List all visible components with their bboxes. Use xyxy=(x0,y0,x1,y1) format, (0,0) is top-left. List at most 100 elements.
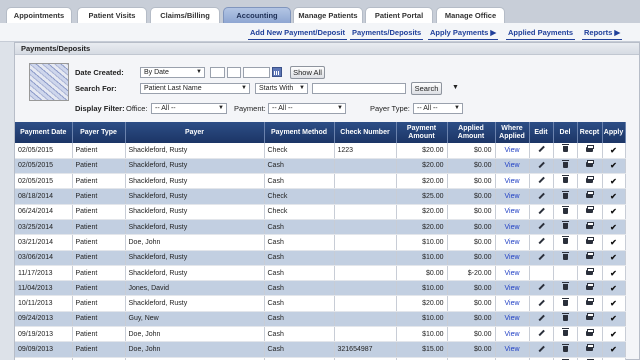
date-year-input[interactable] xyxy=(243,67,270,78)
view-link[interactable]: View xyxy=(495,280,530,297)
checkmark-icon[interactable]: ✔ xyxy=(610,314,617,323)
trash-icon[interactable] xyxy=(561,144,569,153)
edit-icon[interactable] xyxy=(538,254,544,260)
trash-icon[interactable] xyxy=(561,328,569,337)
printer-icon[interactable] xyxy=(586,298,594,306)
printer-icon[interactable] xyxy=(586,221,594,229)
view-link[interactable]: View xyxy=(495,173,530,190)
view-link[interactable]: View xyxy=(495,341,530,358)
view-link[interactable]: View xyxy=(495,204,530,220)
trash-icon[interactable] xyxy=(561,221,569,230)
col-payer[interactable]: Payer xyxy=(125,122,265,143)
edit-icon[interactable] xyxy=(538,315,544,321)
edit-icon[interactable] xyxy=(538,193,544,199)
view-link[interactable]: View xyxy=(495,158,530,175)
checkmark-icon[interactable]: ✔ xyxy=(610,299,617,308)
edit-icon[interactable] xyxy=(538,330,544,336)
trash-icon[interactable] xyxy=(561,205,569,214)
edit-icon[interactable] xyxy=(538,223,544,229)
trash-icon[interactable] xyxy=(561,343,569,352)
trash-icon[interactable] xyxy=(561,312,569,321)
calendar-icon[interactable] xyxy=(272,67,282,77)
trash-icon[interactable] xyxy=(561,236,569,245)
tab-patient-visits[interactable]: Patient Visits xyxy=(77,7,147,23)
link-add-new-payment[interactable]: Add New Payment/Deposit xyxy=(247,28,348,40)
checkmark-icon[interactable]: ✔ xyxy=(610,207,617,216)
trash-icon[interactable] xyxy=(561,297,569,306)
printer-icon[interactable] xyxy=(586,344,594,351)
view-link[interactable]: View xyxy=(495,250,530,266)
view-link[interactable]: View xyxy=(495,143,530,159)
printer-icon[interactable] xyxy=(586,144,594,152)
col-payment-date[interactable]: Payment Date xyxy=(15,122,73,143)
link-applied-payments[interactable]: Applied Payments xyxy=(505,28,576,40)
trash-icon[interactable] xyxy=(561,159,569,168)
trash-icon[interactable] xyxy=(561,251,569,260)
date-day-input[interactable] xyxy=(227,67,241,78)
col-check-number[interactable]: Check Number xyxy=(334,122,397,143)
view-link[interactable]: View xyxy=(495,326,530,343)
checkmark-icon[interactable]: ✔ xyxy=(610,253,617,262)
tab-appointments[interactable]: Appointments xyxy=(6,7,72,23)
printer-icon[interactable] xyxy=(586,206,594,214)
date-mode-select[interactable]: By Date ▼ xyxy=(140,67,205,78)
tab-manage-patients[interactable]: Manage Patients xyxy=(293,7,363,23)
show-all-button[interactable]: Show All xyxy=(290,66,325,79)
checkmark-icon[interactable]: ✔ xyxy=(610,161,617,170)
printer-icon[interactable] xyxy=(586,267,594,275)
tab-claims-billing[interactable]: Claims/Billing xyxy=(150,7,220,23)
printer-icon[interactable] xyxy=(586,282,594,290)
printer-icon[interactable] xyxy=(586,175,594,183)
checkmark-icon[interactable]: ✔ xyxy=(610,177,617,186)
link-reports[interactable]: Reports ▶ xyxy=(581,28,623,40)
checkmark-icon[interactable]: ✔ xyxy=(610,284,617,293)
col-payer-type[interactable]: Payer Type xyxy=(72,122,126,143)
view-link[interactable]: View xyxy=(495,295,530,312)
edit-icon[interactable] xyxy=(538,238,544,244)
checkmark-icon[interactable]: ✔ xyxy=(610,238,617,247)
trash-icon[interactable] xyxy=(561,175,569,184)
printer-icon[interactable] xyxy=(586,252,594,260)
tab-patient-portal[interactable]: Patient Portal xyxy=(365,7,433,23)
tab-manage-office[interactable]: Manage Office xyxy=(436,7,505,23)
edit-icon[interactable] xyxy=(538,162,544,168)
printer-icon[interactable] xyxy=(586,328,594,336)
printer-icon[interactable] xyxy=(586,191,594,199)
checkmark-icon[interactable]: ✔ xyxy=(610,223,617,232)
tab-accounting[interactable]: Accounting xyxy=(223,7,291,23)
printer-icon[interactable] xyxy=(586,313,594,321)
search-match-select[interactable]: Starts With ▼ xyxy=(255,83,308,94)
checkmark-icon[interactable]: ✔ xyxy=(610,192,617,201)
search-button[interactable]: Search xyxy=(411,82,442,95)
col-payment-method[interactable]: Payment Method xyxy=(264,122,335,143)
checkmark-icon[interactable]: ✔ xyxy=(610,269,617,278)
col-applied-amount[interactable]: Applied Amount xyxy=(447,122,496,143)
edit-icon[interactable] xyxy=(538,284,544,290)
office-select[interactable]: -- All -- ▼ xyxy=(151,103,227,114)
link-apply-payments[interactable]: Apply Payments ▶ xyxy=(427,28,499,40)
edit-icon[interactable] xyxy=(538,300,544,306)
view-link[interactable]: View xyxy=(495,219,530,236)
search-field-select[interactable]: Patient Last Name ▼ xyxy=(140,83,250,94)
checkmark-icon[interactable]: ✔ xyxy=(610,146,617,155)
date-month-input[interactable] xyxy=(210,67,225,78)
view-link[interactable]: View xyxy=(495,234,530,251)
checkmark-icon[interactable]: ✔ xyxy=(610,345,617,354)
edit-icon[interactable] xyxy=(538,346,544,352)
edit-icon[interactable] xyxy=(538,208,544,214)
payer-type-select[interactable]: -- All -- ▼ xyxy=(413,103,463,114)
printer-icon[interactable] xyxy=(586,236,594,244)
view-link[interactable]: View xyxy=(495,188,530,205)
payment-select[interactable]: -- All -- ▼ xyxy=(268,103,346,114)
view-link[interactable]: View xyxy=(495,265,530,282)
view-link[interactable]: View xyxy=(495,311,530,328)
edit-icon[interactable] xyxy=(538,146,544,152)
search-input[interactable] xyxy=(312,83,406,94)
edit-icon[interactable] xyxy=(538,177,544,183)
search-options-dropdown-icon[interactable]: ▼ xyxy=(452,84,459,91)
link-payments-deposits[interactable]: Payments/Deposits xyxy=(349,28,424,40)
checkmark-icon[interactable]: ✔ xyxy=(610,330,617,339)
trash-icon[interactable] xyxy=(561,282,569,291)
col-payment-amount[interactable]: Payment Amount xyxy=(396,122,448,143)
trash-icon[interactable] xyxy=(561,190,569,199)
